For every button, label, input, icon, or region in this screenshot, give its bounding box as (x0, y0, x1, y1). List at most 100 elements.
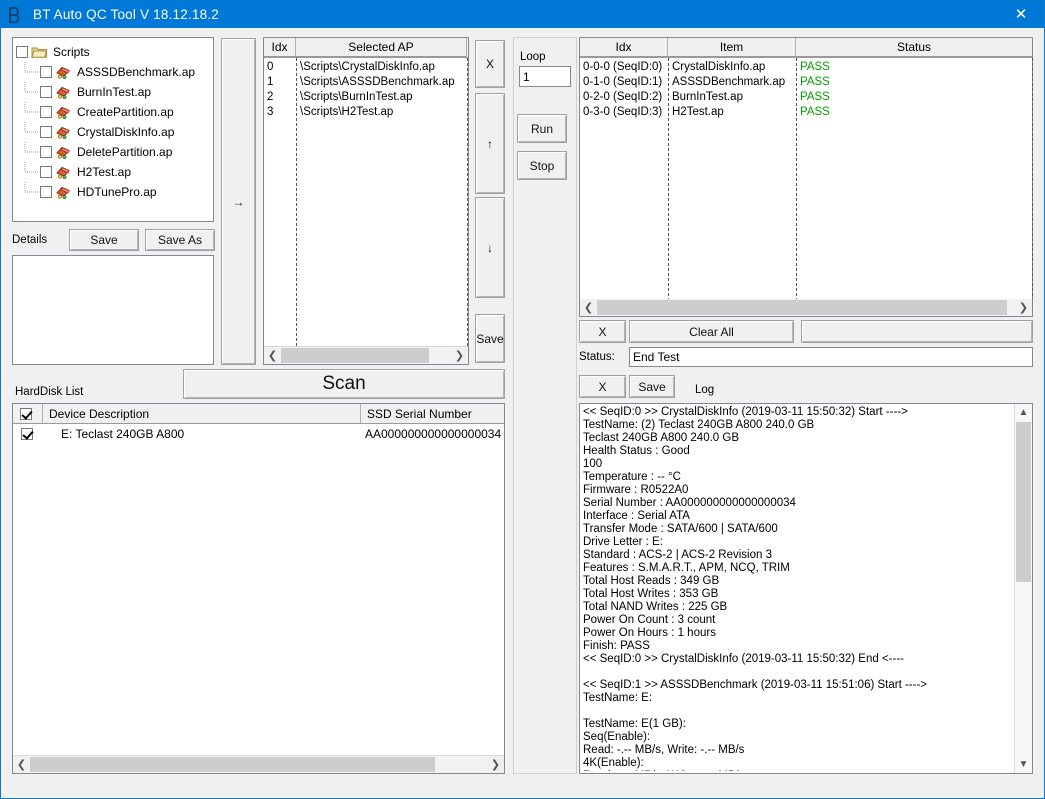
status-grid[interactable]: Idx Item Status 0-0-0 (SeqID:0)CrystalDi… (579, 37, 1033, 317)
script-tree[interactable]: Scripts ASSSDBenchmark.apBurnInTest.apCr… (12, 37, 214, 222)
log-textbox[interactable]: << SeqID:0 >> CrystalDiskInfo (2019-03-1… (579, 403, 1033, 774)
stop-button[interactable]: Stop (517, 151, 567, 180)
harddisk-col-description[interactable]: Device Description (43, 404, 361, 423)
scroll-left-icon[interactable]: ❮ (580, 299, 597, 316)
clear-log-button[interactable]: X (579, 375, 626, 398)
tree-connector (24, 82, 41, 102)
tree-item-burnintest[interactable]: BurnInTest.ap (16, 82, 213, 102)
status-row-idx: 0-2-0 (SeqID:2) (580, 91, 668, 103)
scroll-left-icon[interactable]: ❮ (13, 756, 30, 773)
vscroll-thumb[interactable] (1016, 422, 1031, 582)
harddisk-rows: E: Teclast 240GB A800AA00000000000000003… (13, 424, 504, 444)
clear-all-button[interactable]: Clear All (629, 320, 794, 343)
clear-status-button[interactable]: X (579, 320, 626, 343)
close-icon[interactable]: ✕ (998, 1, 1044, 28)
hscroll-thumb[interactable] (597, 300, 1007, 315)
script-file-icon (55, 105, 72, 119)
selected-ap-hscrollbar[interactable]: ❮ ❯ (264, 346, 468, 364)
details-textbox[interactable] (12, 255, 214, 365)
selected-ap-idx: 1 (264, 76, 296, 88)
status-badge: PASS (796, 76, 830, 88)
harddisk-row-serial: AA000000000000000034 (361, 427, 504, 441)
scan-button[interactable]: Scan (183, 369, 505, 399)
move-down-button[interactable]: ↓ (475, 197, 505, 298)
tree-item-checkbox[interactable] (40, 86, 52, 98)
selected-ap-col-name[interactable]: Selected AP (296, 38, 467, 57)
tree-item-label: DeletePartition.ap (77, 145, 172, 159)
status-row-item: ASSSDBenchmark.ap (668, 76, 796, 88)
status-row[interactable]: 0-0-0 (SeqID:0)CrystalDiskInfo.apPASS (580, 59, 1032, 74)
scroll-down-icon[interactable]: ▼ (1015, 756, 1032, 773)
selected-ap-rows: 0\Scripts\CrystalDiskInfo.ap1\Scripts\AS… (264, 59, 468, 119)
harddisk-select-all-checkbox[interactable] (13, 404, 43, 423)
scroll-right-icon[interactable]: ❯ (487, 756, 504, 773)
status-col-status[interactable]: Status (796, 38, 1032, 57)
script-file-icon (55, 145, 72, 159)
header-checkbox[interactable] (20, 408, 32, 420)
app-window: BT Auto QC Tool V 18.12.18.2 ✕ Scripts A… (0, 0, 1045, 799)
tree-children: ASSSDBenchmark.apBurnInTest.apCreatePart… (16, 62, 213, 202)
delete-ap-button[interactable]: X (475, 40, 505, 88)
tree-item-deletepartition[interactable]: DeletePartition.ap (16, 142, 213, 162)
run-button[interactable]: Run (517, 114, 567, 143)
scroll-right-icon[interactable]: ❯ (1015, 299, 1032, 316)
hscroll-track[interactable] (281, 347, 451, 364)
status-row[interactable]: 0-1-0 (SeqID:1)ASSSDBenchmark.apPASS (580, 74, 1032, 89)
hscroll-track[interactable] (30, 756, 487, 773)
script-file-icon (55, 125, 72, 139)
status-row[interactable]: 0-2-0 (SeqID:2)BurnInTest.apPASS (580, 89, 1032, 104)
save-as-script-button[interactable]: Save As (145, 229, 215, 251)
scroll-right-icon[interactable]: ❯ (451, 347, 468, 364)
selected-ap-name: \Scripts\H2Test.ap (296, 106, 393, 118)
tree-root-checkbox[interactable] (16, 46, 28, 58)
scroll-left-icon[interactable]: ❮ (264, 347, 281, 364)
tree-item-createpartition[interactable]: CreatePartition.ap (16, 102, 213, 122)
status-value-field[interactable]: End Test (629, 347, 1033, 367)
selected-ap-row[interactable]: 3\Scripts\H2Test.ap (264, 104, 468, 119)
tree-item-checkbox[interactable] (40, 186, 52, 198)
tree-item-checkbox[interactable] (40, 66, 52, 78)
harddisk-hscrollbar[interactable]: ❮ ❯ (13, 755, 504, 773)
tree-item-checkbox[interactable] (40, 106, 52, 118)
arrow-right-icon[interactable]: → (221, 38, 256, 365)
harddisk-row-checkbox-cell[interactable] (13, 428, 43, 440)
selected-ap-col-idx[interactable]: Idx (264, 38, 296, 57)
log-vscrollbar[interactable]: ▲ ▼ (1014, 404, 1032, 773)
script-file-icon (55, 85, 72, 99)
tree-item-asssdbenchmark[interactable]: ASSSDBenchmark.ap (16, 62, 213, 82)
status-row[interactable]: 0-3-0 (SeqID:3)H2Test.apPASS (580, 104, 1032, 119)
selected-ap-list[interactable]: Idx Selected AP 0\Scripts\CrystalDiskInf… (263, 37, 469, 365)
save-ap-button[interactable]: Save (475, 314, 505, 363)
status-col-idx[interactable]: Idx (580, 38, 668, 57)
status-badge: PASS (796, 106, 830, 118)
loop-label: Loop (520, 51, 546, 63)
selected-ap-row[interactable]: 2\Scripts\BurnInTest.ap (264, 89, 468, 104)
status-col-item[interactable]: Item (668, 38, 796, 57)
selected-ap-row[interactable]: 1\Scripts\ASSSDBenchmark.ap (264, 74, 468, 89)
selected-ap-row[interactable]: 0\Scripts\CrystalDiskInfo.ap (264, 59, 468, 74)
tree-item-checkbox[interactable] (40, 126, 52, 138)
harddisk-list[interactable]: Device Description SSD Serial Number E: … (12, 403, 505, 774)
harddisk-col-serial[interactable]: SSD Serial Number (361, 404, 504, 423)
harddisk-row[interactable]: E: Teclast 240GB A800AA00000000000000003… (13, 424, 504, 444)
tree-item-checkbox[interactable] (40, 146, 52, 158)
run-panel (513, 37, 577, 774)
status-grid-hscrollbar[interactable]: ❮ ❯ (579, 299, 1033, 317)
loop-input[interactable]: 1 (519, 66, 571, 87)
move-up-button[interactable]: ↑ (475, 93, 505, 194)
tree-item-checkbox[interactable] (40, 166, 52, 178)
tree-connector (24, 142, 41, 162)
tree-item-hdtunepro[interactable]: HDTunePro.ap (16, 182, 213, 202)
blank-button[interactable] (801, 320, 1033, 343)
save-log-button[interactable]: Save (629, 375, 675, 398)
tree-item-h2test[interactable]: H2Test.ap (16, 162, 213, 182)
save-script-button[interactable]: Save (69, 229, 139, 251)
hscroll-thumb[interactable] (30, 757, 435, 772)
hscroll-track[interactable] (597, 299, 1015, 316)
tree-item-label: HDTunePro.ap (77, 185, 157, 199)
tree-root-scripts[interactable]: Scripts (16, 42, 213, 62)
harddisk-row-checkbox[interactable] (21, 428, 33, 440)
tree-item-crystaldiskinfo[interactable]: CrystalDiskInfo.ap (16, 122, 213, 142)
hscroll-thumb[interactable] (281, 348, 429, 363)
scroll-up-icon[interactable]: ▲ (1015, 404, 1032, 421)
